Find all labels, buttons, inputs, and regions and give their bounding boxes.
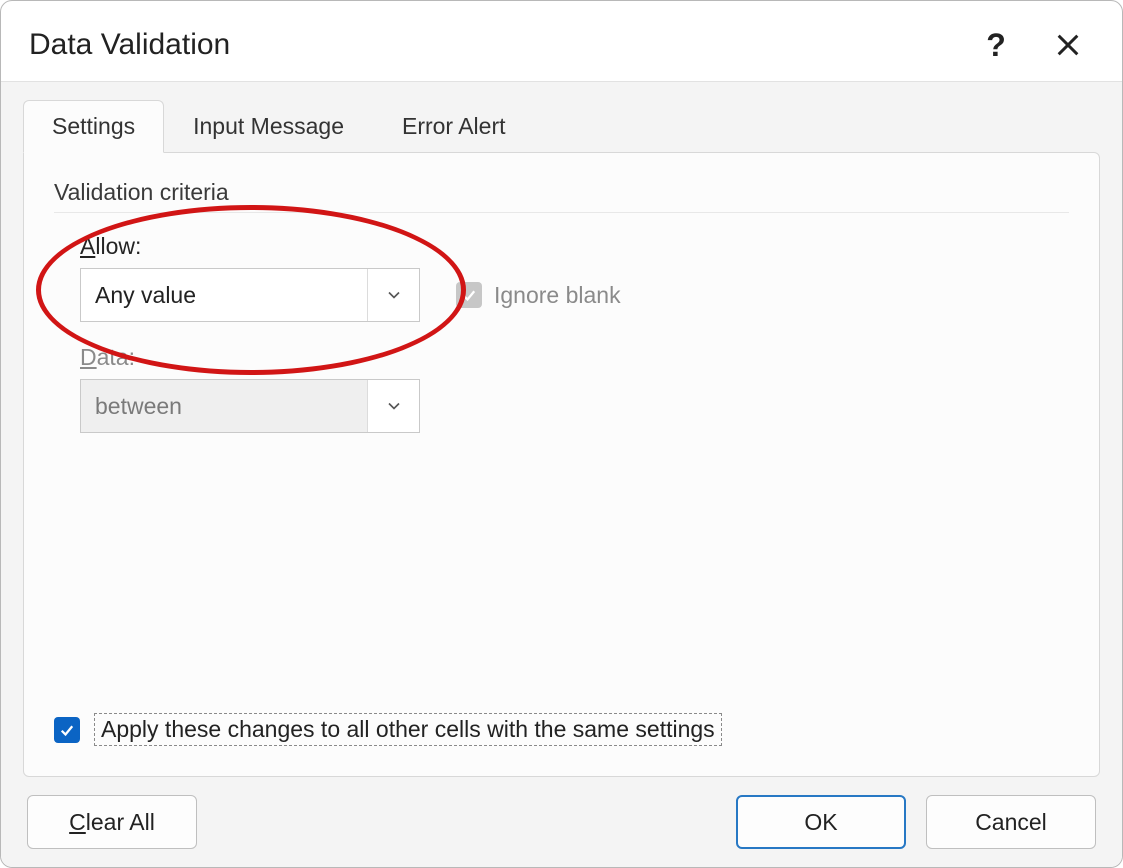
allow-select-value: Any value [81, 282, 367, 309]
ok-button[interactable]: OK [736, 795, 906, 849]
tab-settings[interactable]: Settings [23, 100, 164, 153]
ok-label: OK [804, 809, 837, 836]
data-select-value: between [81, 393, 367, 420]
chevron-down-icon [367, 269, 419, 321]
settings-panel: Validation criteria Allow: Any value [23, 152, 1100, 777]
ignore-blank-label: Ignore blank [494, 282, 621, 309]
data-validation-dialog: Data Validation ? Settings Input Message… [0, 0, 1123, 868]
cancel-label: Cancel [975, 809, 1047, 836]
validation-criteria-label: Validation criteria [54, 179, 1069, 213]
clear-all-button[interactable]: Clear All [27, 795, 197, 849]
dialog-title: Data Validation [29, 28, 950, 62]
clear-all-label: Clear All [69, 809, 155, 836]
allow-label: Allow: [80, 233, 1069, 260]
title-bar: Data Validation ? [1, 1, 1122, 81]
close-button[interactable] [1042, 19, 1094, 71]
allow-select[interactable]: Any value [80, 268, 420, 322]
checkbox-icon [54, 717, 80, 743]
tab-input-message[interactable]: Input Message [164, 100, 373, 153]
checkbox-icon [456, 282, 482, 308]
dialog-footer: Clear All OK Cancel [23, 777, 1100, 853]
cancel-button[interactable]: Cancel [926, 795, 1096, 849]
apply-same-settings-checkbox[interactable]: Apply these changes to all other cells w… [54, 713, 1069, 746]
data-label: Data: [80, 344, 1069, 371]
tab-bar: Settings Input Message Error Alert [23, 100, 1100, 153]
data-select: between [80, 379, 420, 433]
dialog-body: Settings Input Message Error Alert Valid… [1, 81, 1122, 867]
chevron-down-icon [367, 380, 419, 432]
tab-error-alert[interactable]: Error Alert [373, 100, 535, 153]
apply-same-label: Apply these changes to all other cells w… [94, 713, 722, 746]
help-button[interactable]: ? [970, 19, 1022, 71]
close-icon [1054, 31, 1082, 59]
ignore-blank-checkbox: Ignore blank [456, 282, 621, 309]
